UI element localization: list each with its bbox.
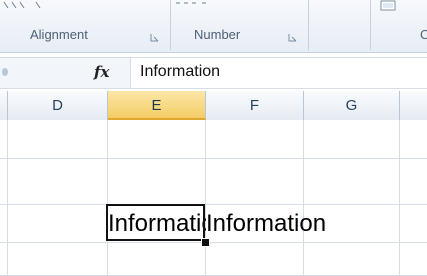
grid-vertical-line — [205, 120, 206, 276]
grid-vertical-line — [303, 120, 304, 276]
alignment-group-label: Alignment — [30, 27, 88, 42]
name-box-area[interactable]: fx — [0, 58, 131, 88]
column-header-partial[interactable] — [0, 91, 8, 120]
column-header-partial-right[interactable] — [400, 91, 427, 120]
fill-handle[interactable] — [201, 238, 210, 247]
grid-vertical-line — [399, 120, 400, 276]
resize-handle-icon[interactable] — [2, 68, 8, 76]
dialog-launcher-icon[interactable] — [288, 30, 298, 42]
next-group-label: C — [420, 26, 427, 44]
insert-function-icon[interactable]: fx — [94, 63, 109, 81]
formula-input[interactable]: Information — [140, 63, 220, 81]
column-header-d[interactable]: D — [8, 91, 108, 120]
worksheet-grid[interactable]: Information Information — [0, 120, 427, 276]
column-header-f[interactable]: F — [206, 91, 304, 120]
ribbon-separator — [170, 0, 171, 50]
ribbon-separator — [370, 0, 371, 50]
cell-f-text[interactable]: Information — [206, 205, 326, 243]
column-header-e[interactable]: E — [108, 91, 206, 120]
grid-vertical-line — [7, 120, 8, 276]
excel-window: Alignment Number C fx Information D E F … — [0, 0, 427, 276]
alignment-tools-row[interactable] — [2, 0, 92, 16]
ribbon-separator — [308, 0, 309, 50]
column-header-row: D E F G — [0, 91, 427, 121]
formula-bar: fx Information — [0, 57, 427, 89]
active-cell-selection[interactable] — [106, 204, 205, 241]
number-tools-row[interactable] — [172, 0, 222, 16]
ribbon: Alignment Number C — [0, 0, 427, 53]
cell-styles-icon[interactable] — [380, 0, 398, 14]
grid-horizontal-line — [0, 158, 427, 159]
grid-vertical-line — [107, 120, 108, 276]
dialog-launcher-icon[interactable] — [150, 30, 160, 42]
column-header-g[interactable]: G — [304, 91, 400, 120]
number-group-label: Number — [194, 27, 241, 42]
